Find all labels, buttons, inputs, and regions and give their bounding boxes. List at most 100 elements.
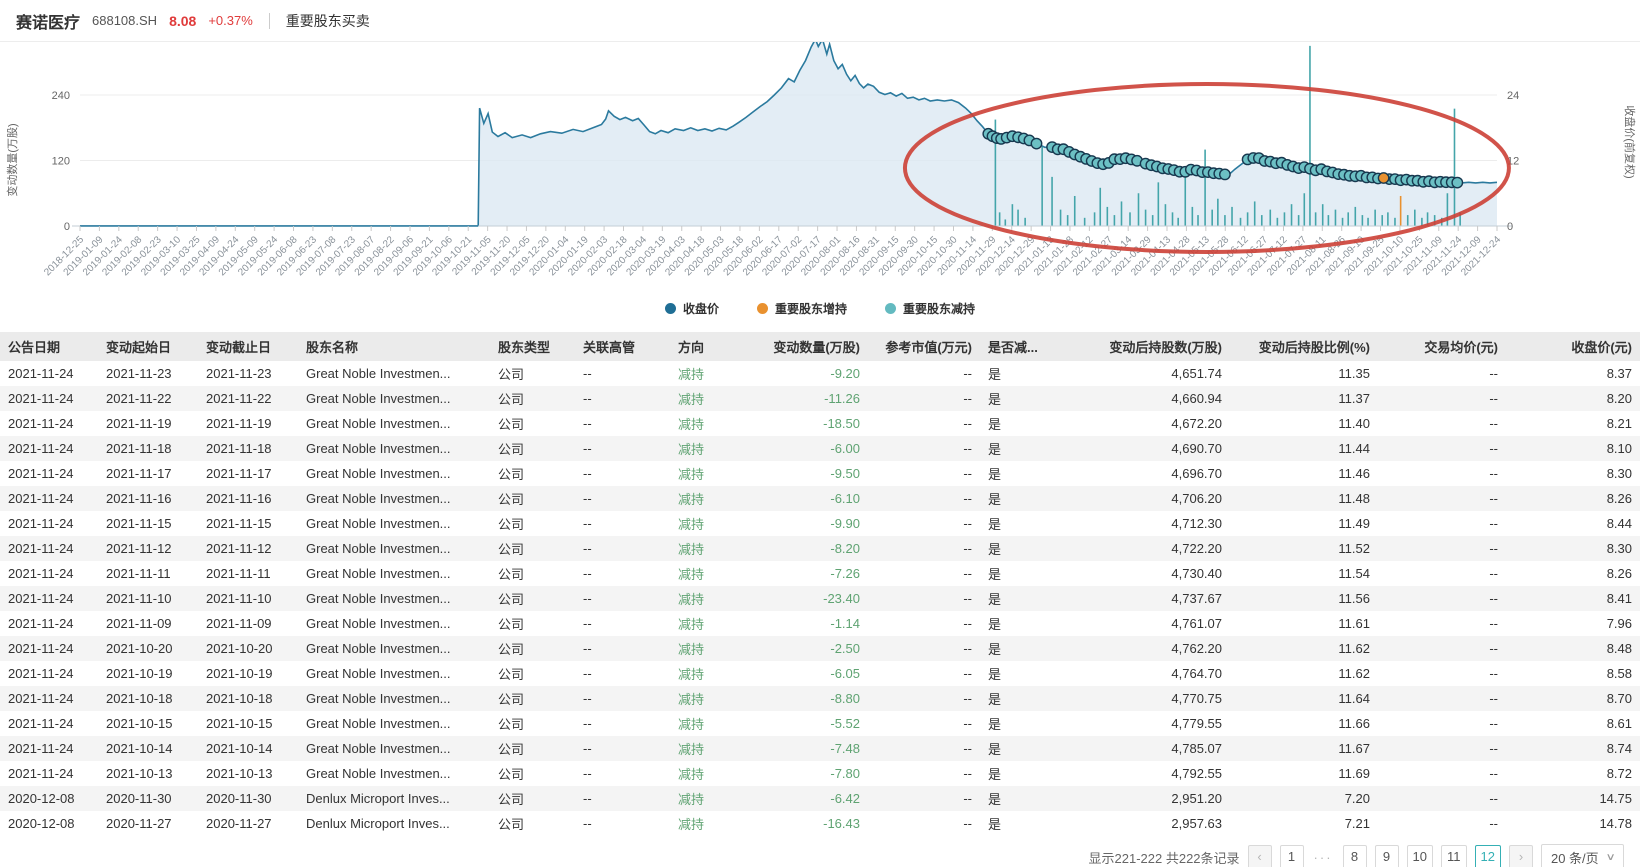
table-cell: 公司 xyxy=(490,636,575,661)
table-cell: -- xyxy=(575,811,670,836)
table-row[interactable]: 2021-11-242021-11-122021-11-12Great Nobl… xyxy=(0,536,1640,561)
table-cell: -- xyxy=(868,361,980,386)
table-cell: 2021-10-20 xyxy=(98,636,198,661)
table-cell: 11.52 xyxy=(1230,536,1378,561)
legend-item-重要股东增持[interactable]: 重要股东增持 xyxy=(757,300,847,317)
table-cell: Great Noble Investmen... xyxy=(298,761,490,786)
table-cell: -- xyxy=(575,361,670,386)
page-ellipsis[interactable]: ··· xyxy=(1312,850,1335,865)
table-cell: -- xyxy=(575,536,670,561)
table-cell: 2021-11-24 xyxy=(0,636,98,661)
table-cell: 2021-11-11 xyxy=(98,561,198,586)
table-cell: -- xyxy=(575,436,670,461)
column-header: 公告日期 xyxy=(0,332,98,361)
table-cell: -5.52 xyxy=(758,711,868,736)
next-page-button[interactable]: › xyxy=(1509,845,1533,867)
close-price-area xyxy=(80,42,1497,226)
table-row[interactable]: 2021-11-242021-11-172021-11-17Great Nobl… xyxy=(0,461,1640,486)
page-button-8[interactable]: 8 xyxy=(1343,845,1367,867)
page-button-1[interactable]: 1 xyxy=(1280,845,1304,867)
page-size-select[interactable]: 20 条/页 ∨ xyxy=(1541,844,1624,867)
table-row[interactable]: 2021-11-242021-11-192021-11-19Great Nobl… xyxy=(0,411,1640,436)
table-cell: 11.67 xyxy=(1230,736,1378,761)
table-row[interactable]: 2021-11-242021-10-132021-10-13Great Nobl… xyxy=(0,761,1640,786)
table-cell: -- xyxy=(1378,736,1506,761)
table-cell: 2020-11-27 xyxy=(98,811,198,836)
shareholder-trade-marker[interactable] xyxy=(1378,173,1388,183)
prev-page-button[interactable]: ‹ xyxy=(1248,845,1272,867)
table-row[interactable]: 2020-12-082020-11-302020-11-30Denlux Mic… xyxy=(0,786,1640,811)
page-button-11[interactable]: 11 xyxy=(1441,845,1467,867)
table-cell: 8.21 xyxy=(1506,411,1640,436)
table-cell: 是 xyxy=(980,586,1068,611)
shareholder-trade-marker[interactable] xyxy=(1220,169,1230,179)
table-cell: -6.00 xyxy=(758,436,868,461)
table-row[interactable]: 2021-11-242021-11-222021-11-22Great Nobl… xyxy=(0,386,1640,411)
table-cell: 4,690.70 xyxy=(1068,436,1230,461)
table-row[interactable]: 2021-11-242021-10-182021-10-18Great Nobl… xyxy=(0,686,1640,711)
table-cell: -- xyxy=(575,411,670,436)
table-cell: 减持 xyxy=(670,586,758,611)
page-button-10[interactable]: 10 xyxy=(1407,845,1433,867)
divider xyxy=(269,13,270,29)
table-row[interactable]: 2021-11-242021-10-152021-10-15Great Nobl… xyxy=(0,711,1640,736)
table-row[interactable]: 2021-11-242021-11-152021-11-15Great Nobl… xyxy=(0,511,1640,536)
column-header: 是否减... xyxy=(980,332,1068,361)
column-header: 变动起始日 xyxy=(98,332,198,361)
table-cell: Great Noble Investmen... xyxy=(298,486,490,511)
table-cell: 是 xyxy=(980,711,1068,736)
table-cell: 2021-11-24 xyxy=(0,411,98,436)
chevron-down-icon: ∨ xyxy=(1605,852,1615,863)
table-row[interactable]: 2021-11-242021-10-202021-10-20Great Nobl… xyxy=(0,636,1640,661)
shareholder-trade-marker[interactable] xyxy=(1452,177,1462,187)
table-row[interactable]: 2021-11-242021-11-232021-11-23Great Nobl… xyxy=(0,361,1640,386)
table-cell: 2021-11-09 xyxy=(98,611,198,636)
table-cell: -- xyxy=(575,461,670,486)
price-volume-chart[interactable]: 012024001224变动数量(万股)收盘价(前复权)2018-12-2520… xyxy=(0,42,1640,294)
table-cell: 减持 xyxy=(670,686,758,711)
table-cell: 减持 xyxy=(670,786,758,811)
table-row[interactable]: 2021-11-242021-11-102021-11-10Great Nobl… xyxy=(0,586,1640,611)
table-cell: -8.80 xyxy=(758,686,868,711)
table-cell: 公司 xyxy=(490,661,575,686)
table-row[interactable]: 2021-11-242021-11-182021-11-18Great Nobl… xyxy=(0,436,1640,461)
table-cell: 2021-11-16 xyxy=(98,486,198,511)
table-row[interactable]: 2021-11-242021-10-192021-10-19Great Nobl… xyxy=(0,661,1640,686)
table-cell: Great Noble Investmen... xyxy=(298,711,490,736)
page-button-12[interactable]: 12 xyxy=(1475,845,1501,867)
table-cell: 14.75 xyxy=(1506,786,1640,811)
table-cell: 2021-11-24 xyxy=(0,561,98,586)
table-cell: -- xyxy=(868,461,980,486)
legend-item-重要股东减持[interactable]: 重要股东减持 xyxy=(885,300,975,317)
table-row[interactable]: 2021-11-242021-10-142021-10-14Great Nobl… xyxy=(0,736,1640,761)
table-cell: -- xyxy=(1378,661,1506,686)
table-cell: -- xyxy=(868,811,980,836)
table-cell: 4,660.94 xyxy=(1068,386,1230,411)
table-cell: -- xyxy=(575,711,670,736)
table-row[interactable]: 2021-11-242021-11-162021-11-16Great Nobl… xyxy=(0,486,1640,511)
table-row[interactable]: 2020-12-082020-11-272020-11-27Denlux Mic… xyxy=(0,811,1640,836)
table-cell: 减持 xyxy=(670,761,758,786)
stock-name: 赛诺医疗 xyxy=(16,9,80,33)
table-cell: 是 xyxy=(980,761,1068,786)
table-cell: 2021-11-10 xyxy=(98,586,198,611)
legend-item-收盘价[interactable]: 收盘价 xyxy=(665,300,719,317)
table-cell: 2021-11-24 xyxy=(0,736,98,761)
tab-important-shareholder-trades[interactable]: 重要股东买卖 xyxy=(286,11,370,31)
table-cell: 公司 xyxy=(490,561,575,586)
table-row[interactable]: 2021-11-242021-11-112021-11-11Great Nobl… xyxy=(0,561,1640,586)
shareholder-trade-marker[interactable] xyxy=(1031,138,1041,148)
table-cell: 2021-11-12 xyxy=(98,536,198,561)
table-cell: 8.44 xyxy=(1506,511,1640,536)
header-row: 公告日期变动起始日变动截止日股东名称股东类型关联高管方向变动数量(万股)参考市值… xyxy=(0,332,1640,361)
table-cell: 8.58 xyxy=(1506,661,1640,686)
table-cell: -6.10 xyxy=(758,486,868,511)
table-cell: 8.72 xyxy=(1506,761,1640,786)
table-cell: -- xyxy=(1378,611,1506,636)
table-cell: 减持 xyxy=(670,811,758,836)
stock-change-percent: +0.37% xyxy=(208,13,252,28)
table-cell: 2021-11-24 xyxy=(0,486,98,511)
table-row[interactable]: 2021-11-242021-11-092021-11-09Great Nobl… xyxy=(0,611,1640,636)
table-cell: 是 xyxy=(980,486,1068,511)
page-button-9[interactable]: 9 xyxy=(1375,845,1399,867)
